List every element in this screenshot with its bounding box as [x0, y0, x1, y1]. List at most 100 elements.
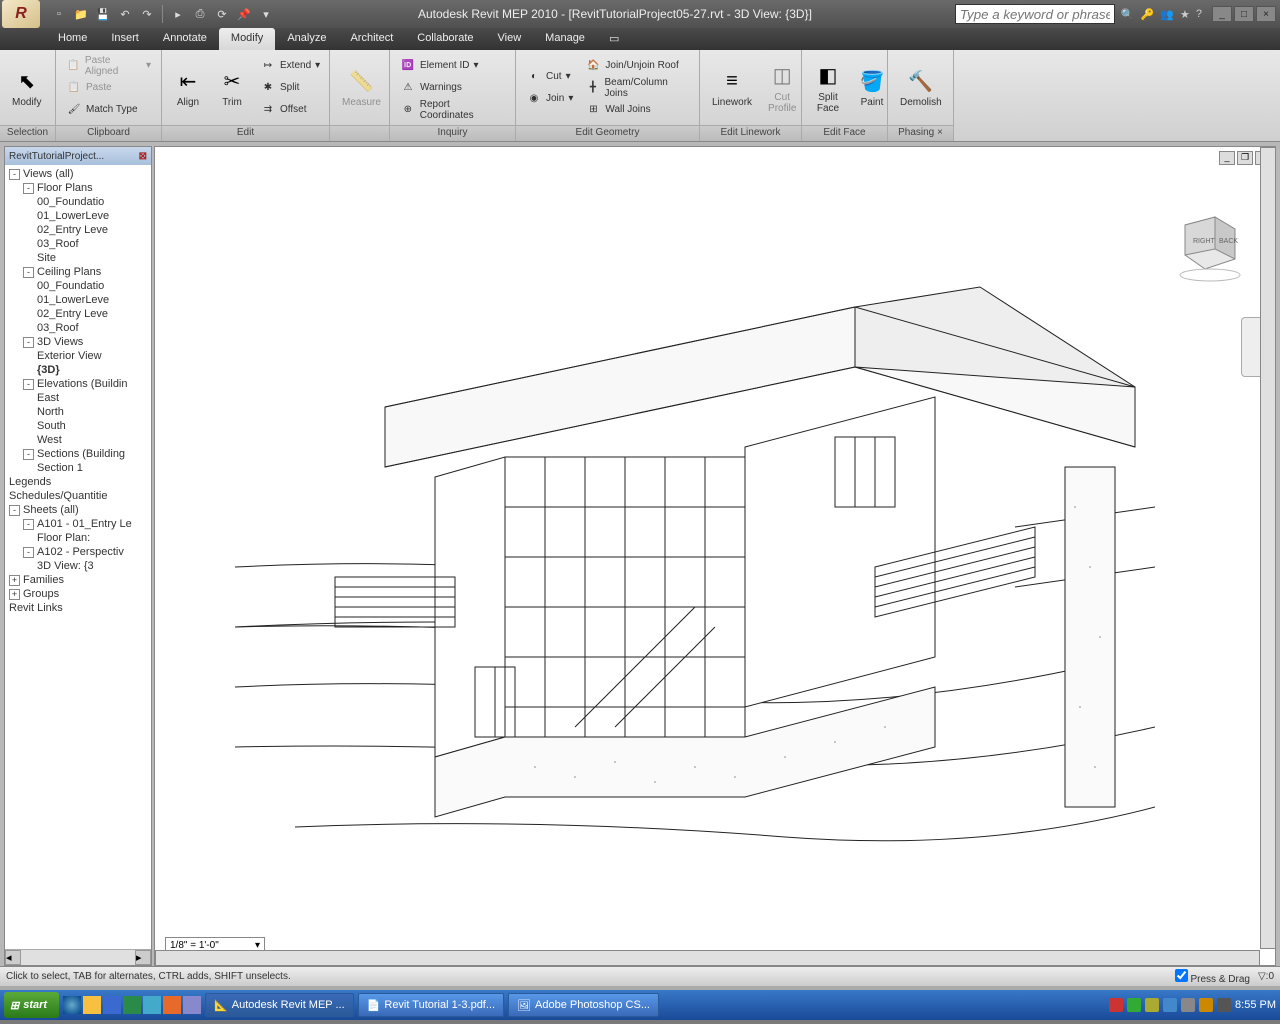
tree-node[interactable]: -A101 - 01_Entry Le [7, 517, 149, 531]
join-roof-button[interactable]: 🏠Join/Unjoin Roof [581, 56, 693, 76]
tree-node[interactable]: South [7, 419, 149, 433]
split-button[interactable]: ✱Split [256, 78, 324, 98]
trim-button[interactable]: ✂Trim [212, 65, 252, 110]
tab-addins-icon[interactable]: ▭ [597, 28, 631, 50]
tray-shield-icon[interactable] [1109, 998, 1123, 1012]
paint-button[interactable]: 🪣Paint [852, 65, 892, 110]
view-minimize-icon[interactable]: _ [1219, 151, 1235, 165]
tree-node[interactable]: -Sections (Building [7, 447, 149, 461]
tree-node[interactable]: 02_Entry Leve [7, 223, 149, 237]
tab-manage[interactable]: Manage [533, 28, 597, 50]
tree-node[interactable]: +Groups [7, 587, 149, 601]
itunes-icon[interactable] [143, 996, 161, 1014]
save-icon[interactable]: 💾 [94, 5, 112, 23]
help-search-input[interactable] [955, 4, 1115, 24]
taskbar-task-revit[interactable]: 📐Autodesk Revit MEP ... [205, 993, 354, 1017]
browser-hscroll[interactable]: ◂▸ [5, 949, 151, 965]
tray-app1-icon[interactable] [1127, 998, 1141, 1012]
tree-node[interactable]: 00_Foundatio [7, 279, 149, 293]
press-drag-toggle[interactable]: Press & Drag [1175, 969, 1250, 985]
app-logo[interactable]: R [2, 0, 40, 28]
canvas-vscroll[interactable] [1260, 147, 1276, 949]
binoculars-icon[interactable]: 🔍 [1121, 8, 1135, 21]
tab-analyze[interactable]: Analyze [275, 28, 338, 50]
pointer-icon[interactable]: ▸ [169, 5, 187, 23]
join-button[interactable]: ◉Join ▾ [522, 89, 577, 109]
tab-modify[interactable]: Modify [219, 28, 275, 50]
beam-col-button[interactable]: ╋Beam/Column Joins [581, 78, 693, 98]
tree-node[interactable]: North [7, 405, 149, 419]
extend-button[interactable]: ↦Extend ▾ [256, 56, 324, 76]
tray-app4-icon[interactable] [1217, 998, 1231, 1012]
warnings-button[interactable]: ⚠Warnings [396, 78, 509, 98]
tray-app3-icon[interactable] [1199, 998, 1213, 1012]
tab-view[interactable]: View [486, 28, 534, 50]
browser-close-icon[interactable]: ⊠ [139, 151, 147, 162]
tree-node[interactable]: -Sheets (all) [7, 503, 149, 517]
paste-button[interactable]: 📋Paste [62, 78, 155, 98]
filter-icon[interactable]: ▽:0 [1258, 971, 1274, 982]
tree-node[interactable]: Floor Plan: [7, 531, 149, 545]
tree-node[interactable]: 01_LowerLeve [7, 209, 149, 223]
tree-node[interactable]: Exterior View [7, 349, 149, 363]
tray-volume-icon[interactable] [1181, 998, 1195, 1012]
tray-network-icon[interactable] [1163, 998, 1177, 1012]
tree-node[interactable]: West [7, 433, 149, 447]
maximize-button[interactable]: □ [1234, 6, 1254, 22]
tab-annotate[interactable]: Annotate [151, 28, 219, 50]
view-cube[interactable]: RIGHT BACK [1165, 207, 1245, 287]
tree-node[interactable]: Schedules/Quantitie [7, 489, 149, 503]
tree-node[interactable]: 3D View: {3 [7, 559, 149, 573]
tree-node[interactable]: -Floor Plans [7, 181, 149, 195]
clock[interactable]: 8:55 PM [1235, 999, 1276, 1011]
key-icon[interactable]: 🔑 [1141, 8, 1155, 21]
tab-collaborate[interactable]: Collaborate [405, 28, 485, 50]
report-coords-button[interactable]: ⊕Report Coordinates [396, 100, 509, 120]
tab-home[interactable]: Home [46, 28, 99, 50]
tree-node[interactable]: 00_Foundatio [7, 195, 149, 209]
tree-node[interactable]: -Ceiling Plans [7, 265, 149, 279]
taskbar-task-photoshop[interactable]: 🖼Adobe Photoshop CS... [508, 993, 659, 1017]
comm-icon[interactable]: 👥 [1160, 8, 1174, 21]
tree-node[interactable]: -A102 - Perspectiv [7, 545, 149, 559]
paste-aligned-button[interactable]: 📋Paste Aligned ▾ [62, 56, 155, 76]
tray-app2-icon[interactable] [1145, 998, 1159, 1012]
tree-node[interactable]: Legends [7, 475, 149, 489]
tree-node[interactable]: 01_LowerLeve [7, 293, 149, 307]
excel-icon[interactable] [123, 996, 141, 1014]
outlook-icon[interactable] [83, 996, 101, 1014]
firefox-icon[interactable] [163, 996, 181, 1014]
print-icon[interactable]: ⎙ [191, 5, 209, 23]
open-icon[interactable]: 📁 [72, 5, 90, 23]
tree-node[interactable]: 03_Roof [7, 321, 149, 335]
redo-icon[interactable]: ↷ [138, 5, 156, 23]
match-type-button[interactable]: 🖌Match Type [62, 100, 155, 120]
linework-button[interactable]: ≡Linework [706, 65, 758, 110]
tree-node[interactable]: Revit Links [7, 601, 149, 615]
close-button[interactable]: × [1256, 6, 1276, 22]
offset-button[interactable]: ⇉Offset [256, 100, 324, 120]
project-tree[interactable]: -Views (all)-Floor Plans00_Foundatio01_L… [5, 165, 151, 949]
modify-button[interactable]: ⬉Modify [6, 65, 47, 110]
3d-view-canvas[interactable]: _ ❐ × » RIGHT BACK [154, 146, 1276, 966]
tree-node[interactable]: Site [7, 251, 149, 265]
wall-joins-button[interactable]: ⊞Wall Joins [581, 100, 693, 120]
element-id-button[interactable]: 🆔Element ID ▾ [396, 56, 509, 76]
tree-node[interactable]: 03_Roof [7, 237, 149, 251]
help-icon[interactable]: ? [1196, 8, 1202, 21]
tab-architect[interactable]: Architect [338, 28, 405, 50]
taskbar-task-pdf[interactable]: 📄Revit Tutorial 1-3.pdf... [358, 993, 504, 1017]
tree-node[interactable]: East [7, 391, 149, 405]
start-button[interactable]: ⊞ start [4, 992, 59, 1018]
demolish-button[interactable]: 🔨Demolish [894, 65, 948, 110]
ie-icon[interactable] [63, 996, 81, 1014]
view-restore-icon[interactable]: ❐ [1237, 151, 1253, 165]
tree-node[interactable]: 02_Entry Leve [7, 307, 149, 321]
measure-button[interactable]: 📏Measure [336, 65, 387, 110]
minimize-button[interactable]: _ [1212, 6, 1232, 22]
undo-icon[interactable]: ↶ [116, 5, 134, 23]
cut-profile-button[interactable]: ◫Cut Profile [762, 60, 802, 116]
more-icon[interactable]: ▾ [257, 5, 275, 23]
tree-node[interactable]: Section 1 [7, 461, 149, 475]
cut-button[interactable]: ◐Cut ▾ [522, 67, 577, 87]
